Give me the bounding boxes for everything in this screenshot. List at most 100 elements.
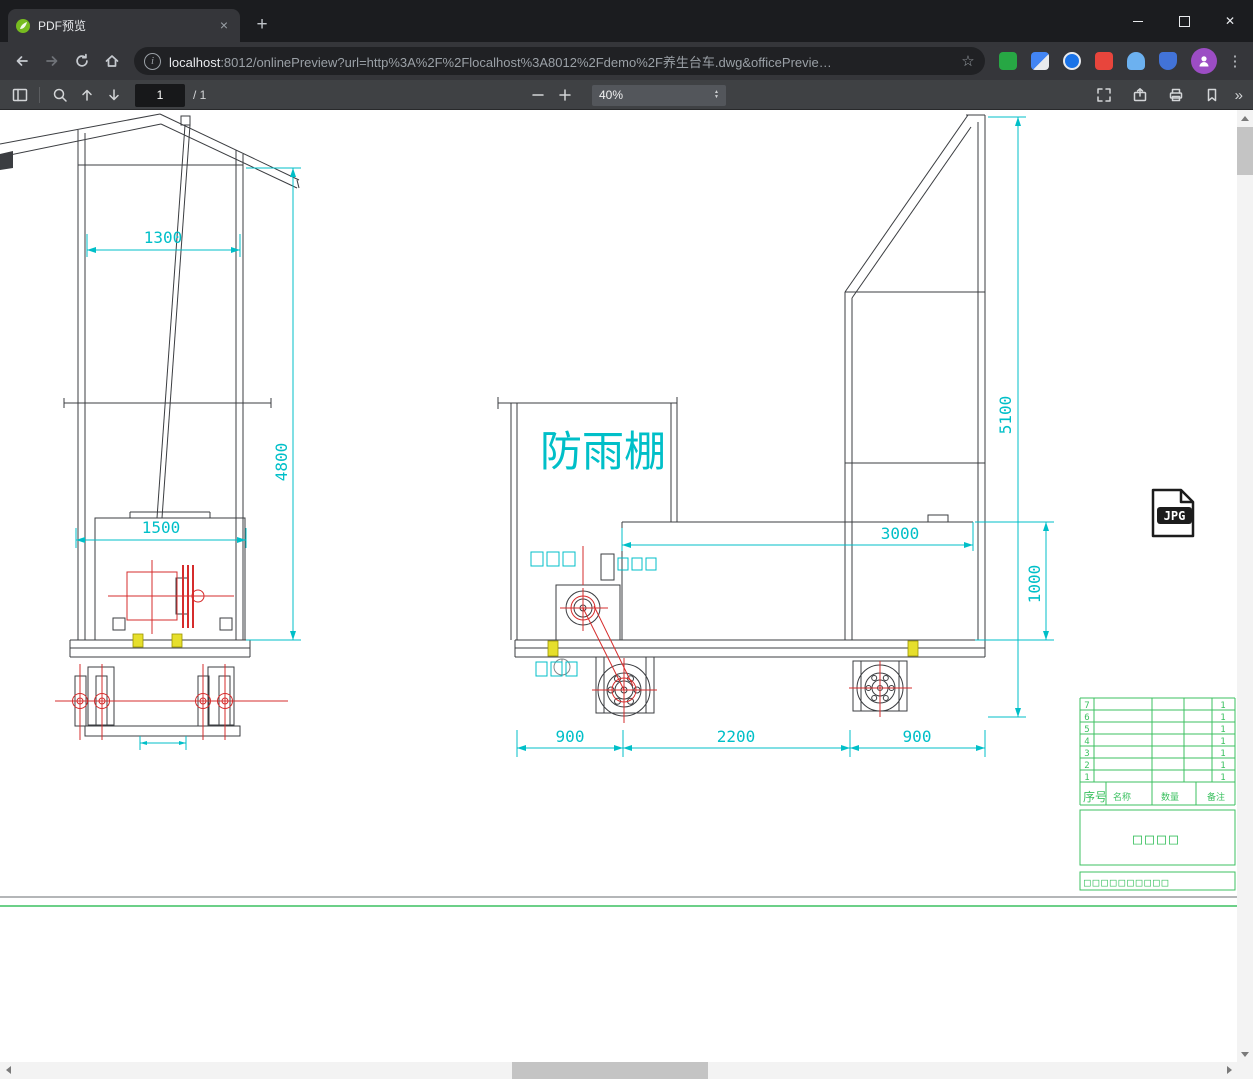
svg-text:1: 1 — [1220, 761, 1225, 771]
open-file-icon — [1133, 88, 1147, 102]
title-block-index-header: 序号 — [1083, 789, 1107, 804]
svg-text:3: 3 — [1084, 749, 1089, 759]
dim-side-body-width: 3000 — [881, 524, 920, 543]
front-view-dim-arrows — [76, 168, 296, 745]
maximize-button[interactable] — [1161, 0, 1207, 42]
reload-icon — [76, 53, 88, 67]
previous-page-button[interactable] — [73, 83, 100, 107]
extension-icon-3[interactable] — [1063, 52, 1081, 70]
scroll-up-button[interactable] — [1237, 110, 1253, 126]
vertical-scrollbar[interactable] — [1237, 110, 1253, 1062]
svg-text:6: 6 — [1084, 713, 1089, 723]
cad-drawing-page: 1300 4800 1500 防雨棚 3000 1000 5100 900 22… — [0, 113, 1237, 907]
print-icon — [1169, 88, 1183, 102]
tab-title: PDF预览 — [38, 19, 87, 33]
reload-button[interactable] — [68, 47, 96, 75]
front-view-geometry — [0, 113, 300, 737]
side-view-geometry — [497, 114, 986, 717]
minus-icon — [531, 94, 544, 96]
close-button[interactable]: ✕ — [1207, 0, 1253, 42]
back-button[interactable] — [8, 47, 36, 75]
search-icon — [53, 88, 67, 102]
zoom-select[interactable]: 40% ▲ ▼ — [592, 84, 726, 106]
forward-button[interactable] — [38, 47, 66, 75]
pdf-preview-favicon-icon — [16, 18, 30, 33]
zoom-controls: 40% ▲ ▼ — [524, 80, 726, 110]
toolbar-divider — [39, 87, 40, 103]
url-host: localhost — [169, 54, 221, 70]
new-tab-button[interactable]: + — [248, 11, 276, 39]
minimize-button[interactable] — [1115, 0, 1161, 42]
open-file-button[interactable] — [1127, 83, 1154, 107]
page-number-input[interactable] — [135, 83, 185, 107]
dim-front-height: 4800 — [272, 443, 291, 482]
home-button[interactable] — [98, 47, 126, 75]
triangle-left-icon — [5, 1066, 11, 1074]
dim-front-body-width: 1500 — [142, 518, 181, 537]
svg-text:1: 1 — [1084, 773, 1089, 783]
extension-icon-6[interactable] — [1159, 52, 1177, 70]
extension-icon-4[interactable] — [1095, 52, 1113, 70]
title-block-note-header: 备注 — [1207, 791, 1225, 803]
horizontal-scrollbar-thumb[interactable] — [512, 1062, 708, 1079]
scroll-down-button[interactable] — [1237, 1046, 1253, 1062]
title-block-middle-text: □□□□ — [1133, 830, 1181, 848]
scrollbar-corner — [1237, 1062, 1253, 1079]
svg-text:1: 1 — [1220, 725, 1225, 735]
bookmark-star-icon[interactable]: ☆ — [957, 52, 979, 70]
browser-titlebar: PDF预览 × + ✕ — [0, 0, 1253, 42]
svg-text:1: 1 — [1220, 701, 1225, 711]
next-page-button[interactable] — [100, 83, 127, 107]
forward-icon — [46, 56, 58, 66]
browser-navbar: i localhost:8012/onlinePreview?url=http%… — [0, 42, 1253, 80]
svg-text:1: 1 — [1220, 773, 1225, 783]
zoom-in-button[interactable] — [551, 83, 578, 107]
zoom-out-button[interactable] — [524, 83, 551, 107]
canopy-label: 防雨棚 — [540, 427, 666, 476]
profile-avatar[interactable] — [1191, 48, 1217, 74]
side-view-centerlines — [560, 546, 912, 723]
print-button[interactable] — [1163, 83, 1190, 107]
select-arrows-icon: ▲ ▼ — [714, 89, 719, 100]
dim-side-center: 2200 — [717, 727, 756, 746]
arrow-up-icon — [81, 89, 92, 101]
dim-front-top-width: 1300 — [144, 228, 183, 247]
page-info-icon[interactable]: i — [144, 52, 161, 70]
page-total-label: / 1 — [193, 88, 207, 102]
extension-icon-2[interactable] — [1031, 52, 1049, 70]
back-icon — [16, 56, 28, 66]
scroll-right-button[interactable] — [1221, 1062, 1237, 1078]
home-icon — [105, 55, 119, 67]
more-tools-icon[interactable]: » — [1235, 87, 1243, 104]
plus-icon — [558, 89, 571, 101]
svg-text:1: 1 — [1220, 713, 1225, 723]
fullscreen-button[interactable] — [1091, 83, 1118, 107]
sidebar-toggle-button[interactable] — [6, 83, 33, 107]
pdf-toolbar: / 1 40% ▲▼ » — [0, 80, 1253, 110]
extension-icon-5[interactable] — [1127, 52, 1145, 70]
title-block-bottom-text: □□□□□□□□□□ — [1084, 876, 1170, 889]
sidebar-toggle-icon — [12, 88, 27, 102]
triangle-right-icon — [1226, 1066, 1232, 1074]
triangle-down-icon — [1241, 1051, 1249, 1057]
vertical-scrollbar-thumb[interactable] — [1237, 127, 1253, 175]
browser-menu-icon[interactable]: ⋮ — [1225, 52, 1245, 70]
dim-side-right: 900 — [903, 727, 932, 746]
address-bar[interactable]: i localhost:8012/onlinePreview?url=http%… — [134, 47, 985, 75]
title-block-qty-header: 数量 — [1161, 791, 1179, 803]
scroll-left-button[interactable] — [0, 1062, 16, 1078]
pdf-viewport[interactable]: 1300 4800 1500 防雨棚 3000 1000 5100 900 22… — [0, 110, 1253, 1079]
browser-tab[interactable]: PDF预览 × — [8, 9, 240, 42]
search-button[interactable] — [46, 83, 73, 107]
horizontal-scrollbar[interactable] — [0, 1062, 1237, 1079]
maximize-icon — [1178, 15, 1190, 27]
dim-side-body-height: 1000 — [1025, 565, 1044, 604]
svg-text:1: 1 — [1220, 749, 1225, 759]
fullscreen-icon — [1097, 88, 1111, 102]
extension-icon-1[interactable] — [999, 52, 1017, 70]
tab-close-icon[interactable]: × — [216, 17, 232, 34]
bookmark-icon — [1207, 88, 1217, 102]
bookmark-button[interactable] — [1199, 83, 1226, 107]
toolbar-right-group: » — [1091, 83, 1247, 107]
front-view-centerlines — [55, 560, 288, 740]
